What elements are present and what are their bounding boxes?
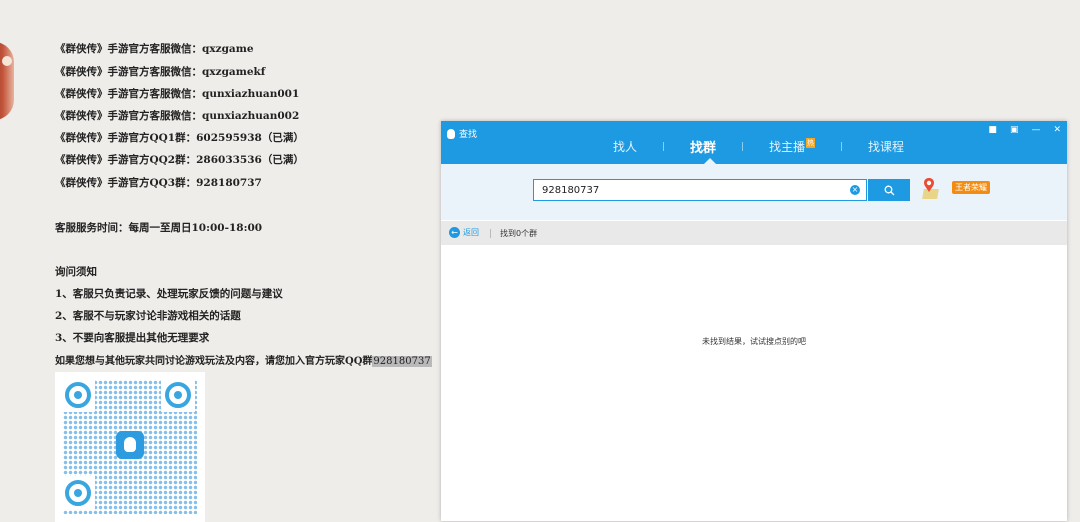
notice-item: 3、不要向客服提出其他无理要求 xyxy=(55,332,210,344)
search-icon xyxy=(884,185,894,195)
tab-separator xyxy=(663,141,665,151)
divider xyxy=(490,229,491,238)
back-button[interactable]: ← 返回 xyxy=(449,227,479,238)
lock-icon[interactable]: ▣ xyxy=(1010,125,1019,135)
join-group-line: 如果您想与其他玩家共同讨论游戏玩法及内容，请您加入官方玩家QQ群92818073… xyxy=(55,352,432,367)
feedback-icon[interactable]: ■ xyxy=(988,125,997,135)
qq-group-line-2: 《群侠传》手游官方QQ2群：286033536（已满） xyxy=(55,154,304,166)
result-count: 找到0个群 xyxy=(500,229,538,238)
tab-find-streamer[interactable]: 找主播热 xyxy=(767,137,817,155)
wechat-line-4: 《群侠传》手游官方客服微信：qunxiazhuan002 xyxy=(55,110,300,122)
hot-badge: 热 xyxy=(806,137,816,148)
selected-group-number[interactable]: 928180737 xyxy=(372,356,432,367)
location-map-icon[interactable] xyxy=(921,177,943,201)
qq-penguin-icon xyxy=(447,128,455,139)
tab-find-people[interactable]: 找人 xyxy=(611,138,639,155)
back-label: 返回 xyxy=(463,228,479,237)
notice-item: 1、客服只负责记录、处理玩家反馈的问题与建议 xyxy=(55,288,283,300)
window-title-text: 查找 xyxy=(459,130,478,140)
empty-result-message: 未找到结果，试试搜点别的吧 xyxy=(702,337,806,346)
window-controls: ■ ▣ — ✕ xyxy=(988,125,1061,135)
window-title: 查找 xyxy=(447,127,477,140)
search-button[interactable] xyxy=(868,179,910,201)
search-box[interactable]: × xyxy=(533,179,867,201)
window-titlebar[interactable]: 查找 找人 找群 找主播热 找课程 ■ ▣ — ✕ xyxy=(441,121,1067,164)
qq-group-qr-code xyxy=(55,372,205,522)
tab-separator xyxy=(841,141,843,151)
tab-find-streamer-label: 找主播 xyxy=(769,139,806,154)
game-tag-badge[interactable]: 王者荣耀 xyxy=(952,181,990,194)
decorative-character-image xyxy=(0,42,14,120)
close-icon[interactable]: ✕ xyxy=(1053,125,1061,135)
tab-find-course[interactable]: 找课程 xyxy=(866,138,906,155)
clear-icon[interactable]: × xyxy=(850,185,860,195)
notice-title: 询问须知 xyxy=(55,266,97,278)
join-text: 如果您想与其他玩家共同讨论游戏玩法及内容，请您加入官方玩家QQ群 xyxy=(55,356,373,367)
wechat-line-3: 《群侠传》手游官方客服微信：qunxiazhuan001 xyxy=(55,88,300,100)
service-hours: 客服服务时间：每周一至周日10:00-18:00 xyxy=(55,222,263,234)
qq-logo-icon xyxy=(116,431,144,459)
qq-group-line-3: 《群侠传》手游官方QQ3群：928180737 xyxy=(55,177,262,189)
tab-separator xyxy=(742,141,744,151)
result-bar: ← 返回 找到0个群 xyxy=(441,221,1067,245)
tab-find-group[interactable]: 找群 xyxy=(688,137,718,156)
qq-find-window: 查找 找人 找群 找主播热 找课程 ■ ▣ — ✕ × xyxy=(441,121,1067,521)
search-input[interactable] xyxy=(542,183,842,197)
wechat-line-2: 《群侠传》手游官方客服微信：qxzgamekf xyxy=(55,66,266,78)
qq-group-line-1: 《群侠传》手游官方QQ1群：602595938（已满） xyxy=(55,132,304,144)
notice-item: 2、客服不与玩家讨论非游戏相关的话题 xyxy=(55,310,241,322)
find-tabs: 找人 找群 找主播热 找课程 xyxy=(611,135,906,157)
search-area: × 王者荣耀 xyxy=(441,164,1067,220)
wechat-line-1: 《群侠传》手游官方客服微信：qxzgame xyxy=(55,43,254,55)
back-arrow-icon: ← xyxy=(449,227,460,238)
minimize-icon[interactable]: — xyxy=(1031,125,1040,135)
